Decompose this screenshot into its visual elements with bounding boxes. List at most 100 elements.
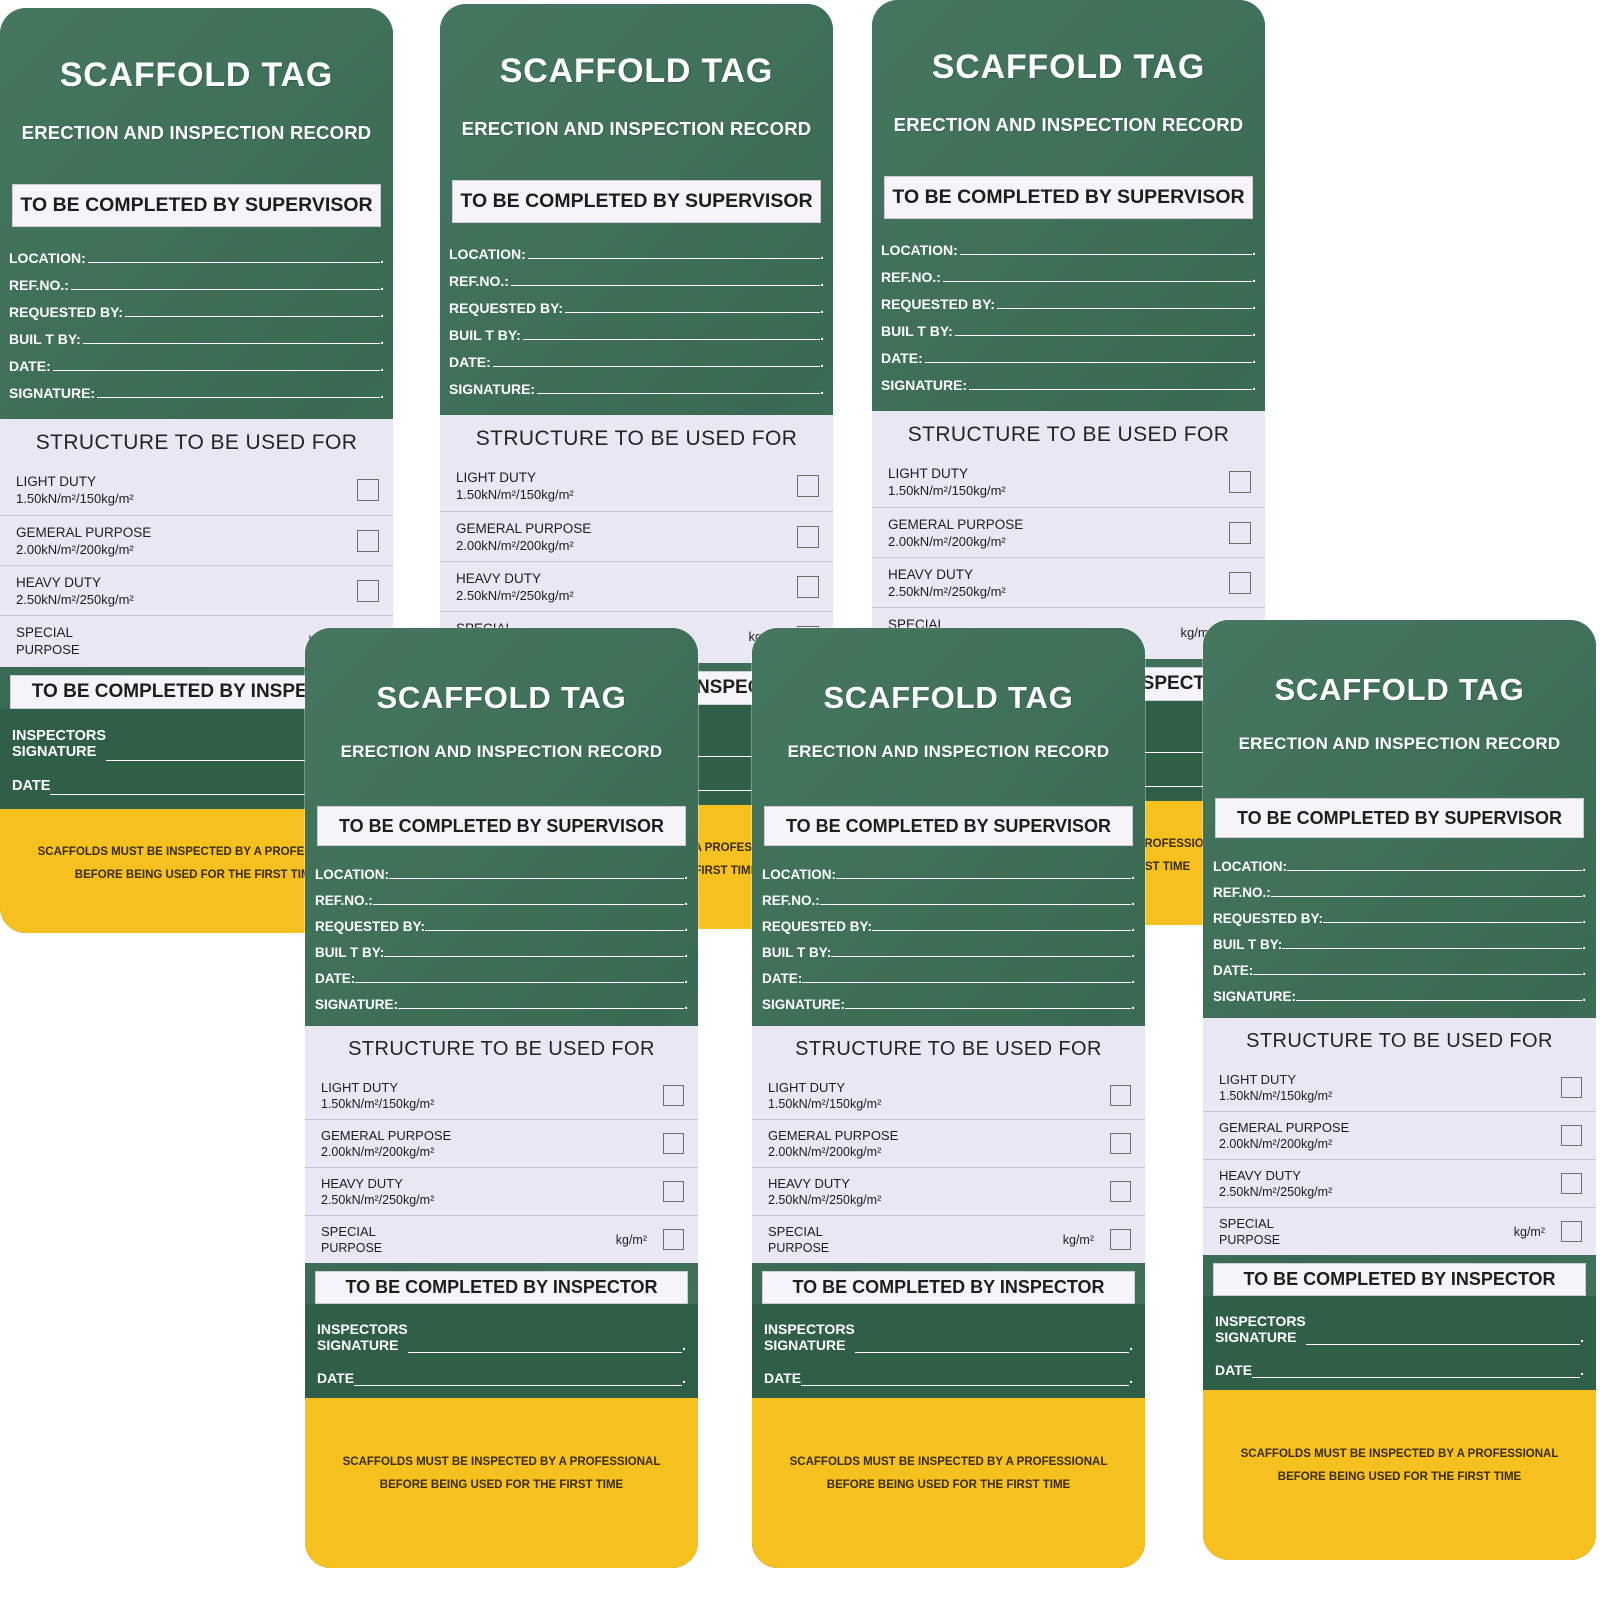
duty-checkbox[interactable] — [1110, 1133, 1131, 1154]
field-write-line[interactable] — [565, 312, 821, 313]
inspector-signature-label-line1: INSPECTORS — [317, 1320, 408, 1337]
field-write-line[interactable] — [1253, 974, 1583, 975]
duty-checkbox[interactable] — [1229, 471, 1251, 493]
field-write-line[interactable] — [942, 281, 1253, 282]
duty-checkbox[interactable] — [1110, 1084, 1131, 1106]
field-write-line[interactable] — [924, 362, 1253, 363]
field-end-mark: . — [1129, 1337, 1133, 1353]
duty-checkbox[interactable] — [1229, 521, 1251, 544]
duty-checkbox[interactable] — [357, 579, 379, 602]
duty-checkbox[interactable] — [797, 525, 819, 548]
duty-checkbox[interactable] — [1110, 1229, 1131, 1250]
inspector-date-line[interactable] — [1252, 1377, 1581, 1378]
field-end-mark: . — [1131, 919, 1135, 934]
duty-checkbox[interactable] — [797, 475, 819, 497]
inspector-signature-line[interactable] — [1305, 1344, 1581, 1345]
duty-load: PURPOSE — [16, 641, 80, 657]
inspector-date-row: DATE. — [764, 1353, 1133, 1386]
field-write-line[interactable] — [87, 262, 381, 263]
field-label: BUIL T BY: — [315, 945, 385, 960]
field-write-line[interactable] — [997, 308, 1253, 309]
duty-checkbox[interactable] — [1561, 1173, 1582, 1194]
field-write-line[interactable] — [1270, 896, 1583, 897]
duty-name: GEMERAL PURPOSE — [16, 524, 152, 540]
duty-text: LIGHT DUTY 1.50kN/m²/150kg/m² — [456, 470, 781, 502]
duty-checkbox[interactable] — [663, 1133, 684, 1154]
duty-row-heavy: HEAVY DUTY 2.50kN/m²/250kg/m² — [0, 565, 393, 615]
duty-checkbox[interactable] — [357, 529, 379, 552]
duty-checkbox[interactable] — [663, 1181, 684, 1202]
duty-checkbox[interactable] — [1561, 1221, 1582, 1242]
field-end-mark: . — [1131, 893, 1135, 908]
duty-checkbox[interactable] — [357, 479, 379, 501]
field-ref-no: REF.NO.:. — [762, 882, 1135, 908]
field-write-line[interactable] — [389, 878, 685, 879]
field-write-line[interactable] — [836, 878, 1132, 879]
warning-line-2: BEFORE BEING USED FOR THE FIRST TIME — [1277, 1471, 1522, 1483]
field-write-line[interactable] — [97, 397, 381, 398]
field-write-line[interactable] — [522, 339, 821, 340]
inspector-signature-label-line1: INSPECTORS — [1215, 1312, 1306, 1329]
field-label: BUIL T BY: — [449, 327, 521, 343]
field-end-mark: . — [820, 327, 824, 343]
field-write-line[interactable] — [954, 335, 1253, 336]
field-write-line[interactable] — [372, 904, 685, 905]
inspector-signature-label-line1: INSPECTORS — [12, 727, 107, 744]
field-write-line[interactable] — [1282, 948, 1583, 949]
field-end-mark: . — [1252, 323, 1256, 339]
field-end-mark: . — [1580, 1329, 1584, 1345]
warning-footer: SCAFFOLDS MUST BE INSPECTED BY A PROFESS… — [305, 1398, 698, 1568]
field-write-line[interactable] — [537, 393, 821, 394]
warning-line-1: SCAFFOLDS MUST BE INSPECTED BY A PROFESS… — [342, 1456, 661, 1468]
inspector-date-row: DATE. — [1215, 1345, 1584, 1378]
duty-checkbox[interactable] — [1561, 1076, 1582, 1098]
inspector-signature-line[interactable] — [854, 1352, 1130, 1353]
field-built-by: BUIL T BY:. — [449, 316, 824, 343]
field-write-line[interactable] — [872, 930, 1132, 931]
duty-load: 2.50kN/m²/250kg/m² — [456, 587, 574, 603]
field-write-line[interactable] — [384, 956, 685, 957]
duty-text: GEMERAL PURPOSE 2.00kN/m²/200kg/m² — [1219, 1120, 1545, 1151]
inspector-date-line[interactable] — [801, 1385, 1130, 1386]
field-write-line[interactable] — [802, 982, 1132, 983]
duty-checkbox[interactable] — [797, 575, 819, 598]
field-write-line[interactable] — [82, 343, 381, 344]
duty-checkbox[interactable] — [663, 1229, 684, 1250]
duty-row-light: LIGHT DUTY 1.50kN/m²/150kg/m² — [305, 1071, 698, 1119]
field-write-line[interactable] — [527, 258, 821, 259]
field-write-line[interactable] — [492, 366, 821, 367]
duty-checkbox[interactable] — [1561, 1125, 1582, 1146]
field-location: LOCATION:. — [1213, 848, 1586, 874]
duty-checkbox[interactable] — [1229, 571, 1251, 594]
field-write-line[interactable] — [831, 956, 1132, 957]
inspector-signature-label: INSPECTORSSIGNATURE — [1215, 1313, 1306, 1345]
supervisor-banner: TO BE COMPLETED BY SUPERVISOR — [317, 806, 686, 846]
field-label: REQUESTED BY: — [315, 919, 426, 934]
duty-checkbox[interactable] — [1110, 1181, 1131, 1202]
field-label: BUIL T BY: — [881, 323, 953, 339]
field-write-line[interactable] — [969, 389, 1253, 390]
field-write-line[interactable] — [70, 289, 381, 290]
field-write-line[interactable] — [510, 285, 821, 286]
field-end-mark: . — [682, 1370, 686, 1386]
inspector-signature-line[interactable] — [407, 1352, 683, 1353]
field-write-line[interactable] — [1287, 870, 1583, 871]
duty-checkbox[interactable] — [663, 1084, 684, 1106]
field-end-mark: . — [1582, 937, 1586, 952]
field-write-line[interactable] — [1296, 1000, 1583, 1001]
field-write-line[interactable] — [398, 1008, 685, 1009]
inspector-date-line[interactable] — [354, 1385, 683, 1386]
field-write-line[interactable] — [1323, 922, 1583, 923]
inspector-signature-row: INSPECTORSSIGNATURE. — [317, 1313, 686, 1353]
inspector-section: INSPECTORSSIGNATURE. DATE. — [752, 1304, 1145, 1398]
field-write-line[interactable] — [125, 316, 381, 317]
field-write-line[interactable] — [425, 930, 685, 931]
field-write-line[interactable] — [819, 904, 1132, 905]
field-write-line[interactable] — [355, 982, 685, 983]
field-label: LOCATION: — [762, 867, 836, 882]
field-write-line[interactable] — [845, 1008, 1132, 1009]
field-write-line[interactable] — [959, 254, 1253, 255]
field-label: LOCATION: — [9, 250, 86, 266]
inspector-signature-label: INSPECTORSSIGNATURE — [764, 1321, 855, 1353]
field-write-line[interactable] — [52, 370, 381, 371]
